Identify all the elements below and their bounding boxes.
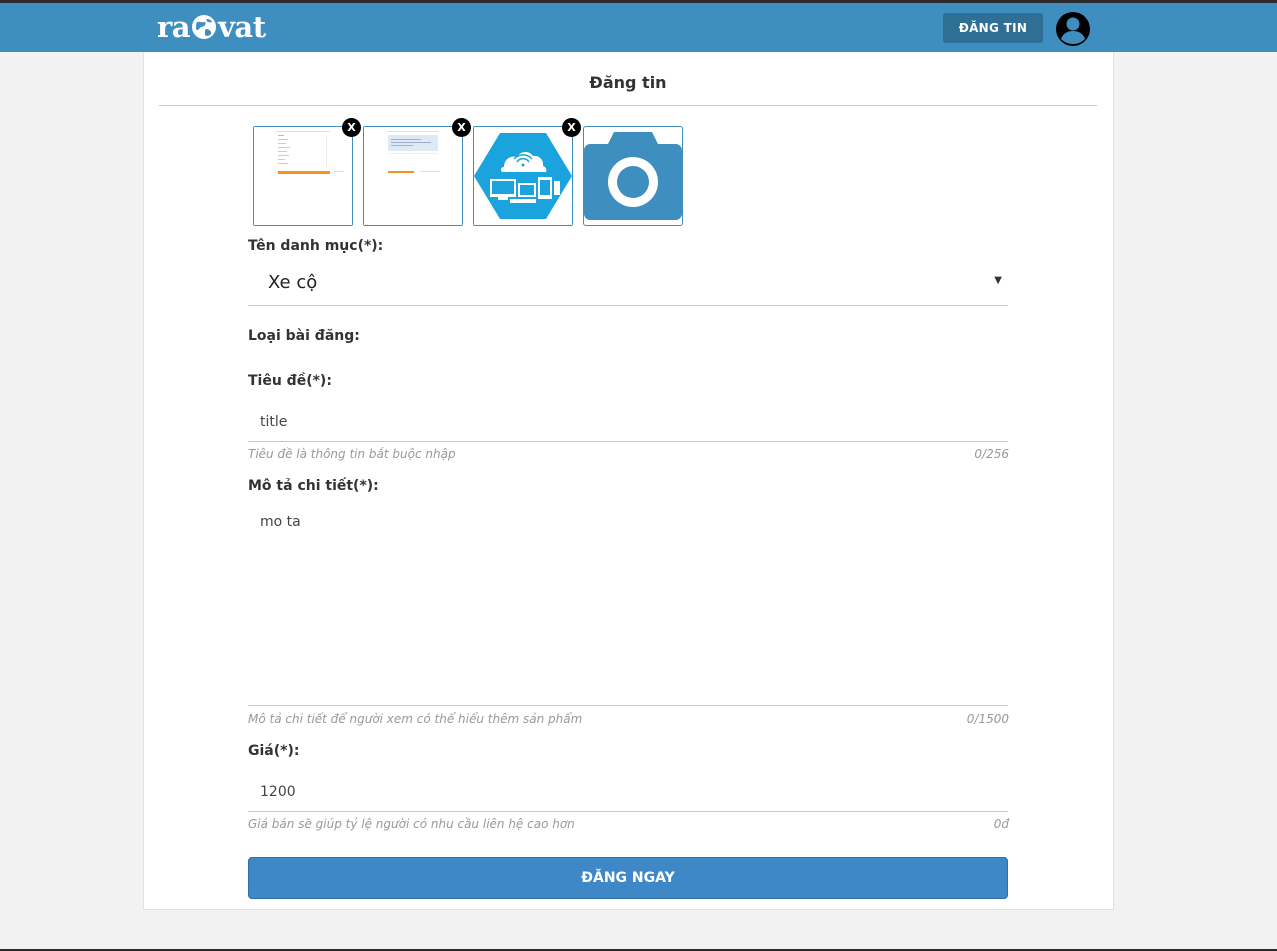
cloud-devices-image <box>474 127 572 225</box>
image-thumbnail-2[interactable]: X <box>363 118 471 226</box>
app-header: ra vat ĐĂNG TIN <box>0 3 1277 52</box>
dropdown-arrow-icon: ▼ <box>994 275 1002 286</box>
description-hint: Mô tả chi tiết để người xem có thể hiểu … <box>248 712 583 726</box>
description-counter: 0/1500 <box>966 712 1009 726</box>
page-title: Đăng tin <box>159 52 1097 106</box>
user-avatar-icon[interactable] <box>1055 11 1091 47</box>
title-input[interactable] <box>248 402 1008 442</box>
category-label: Tên danh mục(*): <box>248 238 384 254</box>
globe-icon <box>192 15 217 39</box>
post-ad-button[interactable]: ĐĂNG TIN <box>943 13 1043 43</box>
image-thumbnail-1[interactable]: X <box>253 118 361 226</box>
title-hint: Tiêu đề là thông tin bắt buộc nhập <box>248 447 456 461</box>
screenshot-thumbnail-image <box>254 127 352 225</box>
logo-text-left: ra <box>157 10 191 44</box>
price-hint: Giá bán sẽ giúp tỷ lệ người có nhu cầu l… <box>248 817 575 831</box>
logo-text-right: vat <box>218 10 266 44</box>
price-input[interactable] <box>248 772 1008 812</box>
post-type-label: Loại bài đăng: <box>248 328 360 344</box>
logo[interactable]: ra vat <box>157 12 266 42</box>
price-label: Giá(*): <box>248 743 300 759</box>
description-label: Mô tả chi tiết(*): <box>248 478 379 494</box>
image-thumbnail-3[interactable]: X <box>473 118 581 226</box>
title-label: Tiêu đề(*): <box>248 373 332 389</box>
add-image-button[interactable] <box>583 126 683 226</box>
category-selected-value: Xe cộ <box>268 272 318 293</box>
category-select[interactable]: Xe cộ ▼ <box>248 262 1008 306</box>
title-counter: 0/256 <box>974 447 1009 461</box>
price-counter: 0đ <box>993 817 1009 831</box>
remove-image-button[interactable]: X <box>562 118 581 137</box>
camera-icon <box>584 132 682 220</box>
remove-image-button[interactable]: X <box>342 118 361 137</box>
post-form-card: Đăng tin X X X Tên danh mục(*): Xe cộ ▼ … <box>143 52 1114 910</box>
screenshot-thumbnail-image <box>364 127 462 225</box>
description-textarea[interactable]: mo ta <box>248 504 1008 706</box>
submit-post-button[interactable]: ĐĂNG NGAY <box>248 857 1008 899</box>
remove-image-button[interactable]: X <box>452 118 471 137</box>
